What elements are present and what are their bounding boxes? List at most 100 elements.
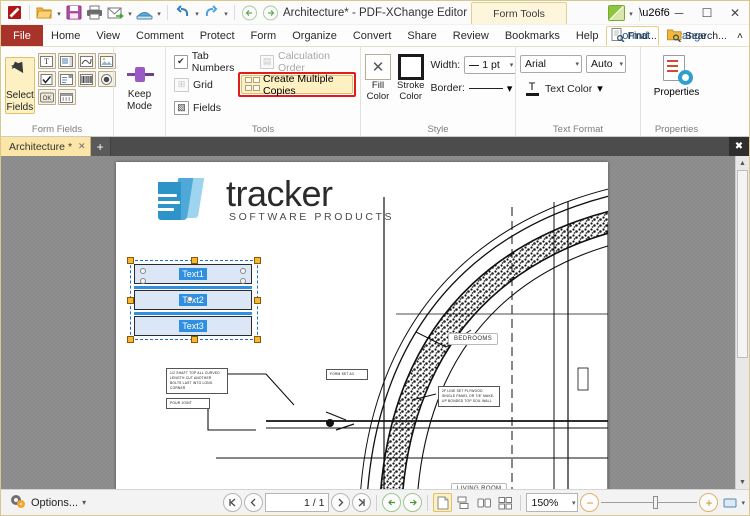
- continuous-page-icon[interactable]: [454, 493, 473, 512]
- zoom-out-button[interactable]: −: [580, 493, 600, 512]
- maximize-button[interactable]: ☐: [693, 2, 721, 24]
- page-number-input[interactable]: 1 / 1: [265, 493, 330, 512]
- back-icon[interactable]: [239, 2, 260, 23]
- menu-form[interactable]: Form: [243, 25, 285, 46]
- fullscreen-icon[interactable]: \u26f6: [639, 3, 670, 24]
- resize-handle-e[interactable]: [254, 297, 261, 304]
- zoom-slider[interactable]: [601, 493, 698, 512]
- select-fields-button[interactable]: Select Fields: [5, 57, 35, 114]
- resize-handle-s[interactable]: [191, 336, 198, 343]
- menu-comment[interactable]: Comment: [128, 25, 192, 46]
- find-button[interactable]: Find...: [607, 26, 661, 46]
- resize-handle-se[interactable]: [254, 336, 261, 343]
- signature-field-icon[interactable]: [77, 53, 96, 69]
- keep-mode-button[interactable]: Keep Mode: [118, 59, 161, 112]
- calculation-order-option[interactable]: ▤ Calculation Order: [256, 50, 356, 74]
- font-family-select[interactable]: Arial ▾: [520, 55, 582, 73]
- redo-icon[interactable]: [201, 2, 222, 23]
- combo-box-icon[interactable]: [57, 71, 76, 87]
- grid-option[interactable]: ⊞ Grid: [170, 75, 234, 94]
- push-button-icon[interactable]: OK: [37, 89, 56, 105]
- resize-handle-n[interactable]: [191, 257, 198, 264]
- menu-view[interactable]: View: [88, 25, 128, 46]
- resize-handle-ne[interactable]: [254, 257, 261, 264]
- open-icon[interactable]: [34, 2, 55, 23]
- form-field-text2[interactable]: Text2: [134, 290, 252, 310]
- forward-icon[interactable]: [260, 2, 281, 23]
- scrollbar-thumb[interactable]: [737, 170, 748, 358]
- list-box-icon[interactable]: [57, 53, 76, 69]
- menu-help[interactable]: Help: [568, 25, 607, 46]
- two-page-continuous-icon[interactable]: [496, 493, 515, 512]
- form-field-text3[interactable]: Text3: [134, 316, 252, 336]
- menu-organize[interactable]: Organize: [284, 25, 345, 46]
- zoom-level-select[interactable]: 150% ▾: [526, 493, 579, 512]
- fit-page-icon[interactable]: [720, 493, 739, 512]
- open-dropdown-caret[interactable]: ▾: [55, 3, 63, 23]
- check-box-icon[interactable]: [37, 71, 56, 87]
- zoom-in-button[interactable]: +: [699, 493, 719, 512]
- scan-dropdown-caret[interactable]: ▾: [155, 3, 163, 23]
- zoom-slider-knob[interactable]: [653, 496, 659, 509]
- tab-numbers-option[interactable]: ✔ Tab Numbers: [170, 50, 252, 74]
- date-field-icon[interactable]: [57, 89, 76, 105]
- app-icon[interactable]: [4, 2, 25, 23]
- menu-home[interactable]: Home: [43, 25, 88, 46]
- close-button[interactable]: ✕: [721, 2, 749, 24]
- single-page-icon[interactable]: [433, 493, 453, 512]
- stroke-color-button[interactable]: Stroke Color: [397, 53, 424, 102]
- options-button[interactable]: Options... ▾: [5, 495, 92, 510]
- border-style-sample[interactable]: [468, 87, 503, 89]
- email-icon[interactable]: [105, 2, 126, 23]
- menu-protect[interactable]: Protect: [192, 25, 243, 46]
- resize-handle-w[interactable]: [127, 297, 134, 304]
- resize-handle-sw[interactable]: [127, 336, 134, 343]
- scan-icon[interactable]: [134, 2, 155, 23]
- fields-option[interactable]: ▧ Fields: [170, 98, 248, 117]
- save-icon[interactable]: [63, 2, 84, 23]
- menu-review[interactable]: Review: [445, 25, 497, 46]
- font-size-select[interactable]: Auto ▾: [586, 55, 626, 73]
- redo-dropdown-caret[interactable]: ▾: [222, 3, 230, 23]
- scroll-down-icon[interactable]: ▼: [736, 475, 749, 489]
- collapse-ribbon-button[interactable]: ˄: [733, 26, 747, 46]
- search-button[interactable]: Search...: [663, 26, 731, 46]
- undo-dropdown-caret[interactable]: ▾: [193, 3, 201, 23]
- border-caret-icon[interactable]: ▾: [507, 82, 513, 95]
- two-page-icon[interactable]: [475, 493, 494, 512]
- fit-caret-icon[interactable]: ▾: [741, 499, 745, 507]
- close-icon[interactable]: ✕: [78, 141, 86, 152]
- undo-icon[interactable]: [172, 2, 193, 23]
- print-icon[interactable]: [84, 2, 105, 23]
- accessibility-caret[interactable]: ▾: [627, 3, 635, 23]
- pdf-page[interactable]: tracker SOFTWARE PRODUCTS BEDROOMS LIVIN…: [116, 162, 608, 489]
- width-select[interactable]: 1 pt ▾: [464, 56, 517, 74]
- fill-color-button[interactable]: ✕ Fill Color: [365, 53, 391, 102]
- previous-page-button[interactable]: [244, 493, 264, 512]
- accessibility-icon[interactable]: [606, 3, 627, 24]
- form-field-text1[interactable]: Text1: [134, 264, 252, 284]
- document-view[interactable]: tracker SOFTWARE PRODUCTS BEDROOMS LIVIN…: [1, 156, 749, 489]
- last-page-button[interactable]: [352, 493, 372, 512]
- barcode-field-icon[interactable]: [77, 71, 96, 87]
- properties-button[interactable]: Properties: [649, 51, 705, 98]
- close-all-tabs-button[interactable]: ✖: [729, 137, 749, 156]
- selected-form-fields-group[interactable]: Text1 Text2 Text3: [127, 257, 261, 343]
- resize-handle-nw[interactable]: [127, 257, 134, 264]
- email-dropdown-caret[interactable]: ▾: [126, 3, 134, 23]
- navigate-forward-button[interactable]: [403, 493, 423, 512]
- next-page-button[interactable]: [331, 493, 351, 512]
- create-multiple-copies-button[interactable]: Create Multiple Copies: [241, 73, 353, 97]
- menu-file[interactable]: File: [1, 25, 43, 46]
- menu-share[interactable]: Share: [399, 25, 444, 46]
- first-page-button[interactable]: [223, 493, 243, 512]
- menu-bookmarks[interactable]: Bookmarks: [497, 25, 568, 46]
- menu-convert[interactable]: Convert: [345, 25, 400, 46]
- document-tab-architecture[interactable]: Architecture * ✕: [1, 137, 91, 156]
- text-field-icon[interactable]: T: [37, 53, 56, 69]
- text-color-button[interactable]: T Text Color ▾: [520, 79, 607, 98]
- scroll-up-icon[interactable]: ▲: [736, 156, 749, 170]
- navigate-back-button[interactable]: [382, 493, 402, 512]
- new-tab-button[interactable]: +: [90, 137, 111, 156]
- vertical-scrollbar[interactable]: ▲ ▼: [735, 156, 749, 489]
